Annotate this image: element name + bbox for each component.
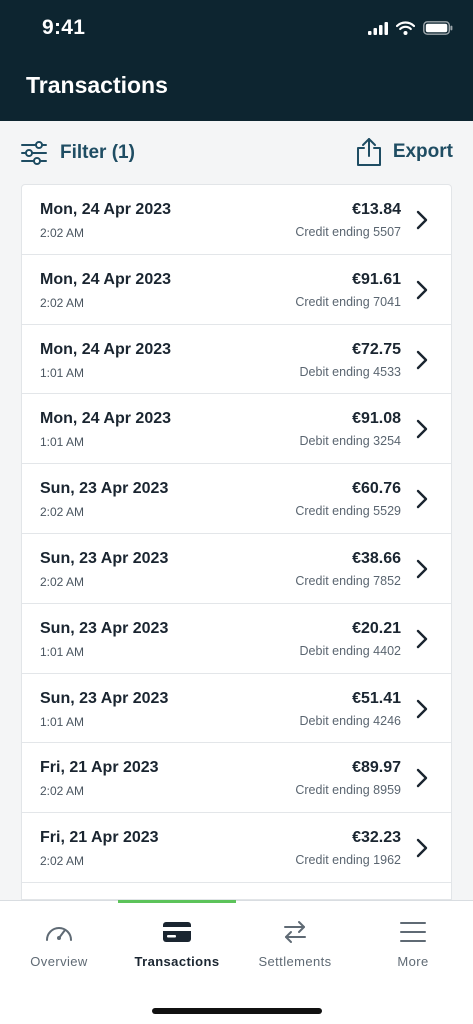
swap-arrows-icon — [284, 921, 306, 943]
transaction-time: 1:01 AM — [40, 365, 85, 380]
bottom-tab-bar: Overview Transactions Settlements More — [0, 900, 473, 1024]
filter-label: Filter (1) — [60, 142, 135, 163]
export-button[interactable]: Export — [355, 135, 453, 169]
transaction-card: Credit ending 5529 — [295, 504, 401, 519]
transaction-time: 2:02 AM — [40, 226, 85, 240]
transaction-date: Sun, 23 Apr 2023 — [40, 619, 169, 637]
transaction-date: Mon, 24 Apr 2023 — [40, 410, 172, 428]
transaction-time: 2:02 AM — [40, 574, 85, 589]
transaction-time: 2:02 AM — [40, 505, 85, 520]
chevron-right-icon — [416, 210, 428, 230]
wifi-icon — [396, 21, 415, 35]
battery-icon — [423, 21, 453, 35]
transaction-row[interactable]: Fri, 21 Apr 2023 2:02 AM €32.23 Credit e… — [22, 813, 451, 883]
transaction-time: 2:02 AM — [40, 784, 85, 799]
chevron-right-icon — [416, 559, 428, 579]
status-icons — [368, 20, 453, 36]
transaction-date: Fri, 21 Apr 2023 — [40, 829, 159, 847]
credit-card-icon — [163, 922, 191, 942]
transaction-date: Sun, 23 Apr 2023 — [40, 549, 169, 567]
transaction-date: Mon, 24 Apr 2023 — [40, 340, 172, 358]
status-bar: 9:41 — [0, 0, 473, 56]
toolbar: Filter (1) Export — [0, 121, 473, 185]
home-indicator — [152, 1008, 322, 1014]
transaction-row[interactable]: Sun, 23 Apr 2023 2:02 AM €60.76 Credit e… — [22, 464, 451, 534]
transaction-time: 1:01 AM — [40, 435, 85, 450]
chevron-right-icon — [416, 769, 428, 788]
transaction-date: Sun, 23 Apr 2023 — [40, 480, 169, 498]
transaction-card: Credit ending 7852 — [295, 573, 401, 588]
transaction-card: Credit ending 1962 — [295, 853, 401, 868]
tab-label: Transactions — [134, 954, 220, 969]
transaction-list: Mon, 24 Apr 2023 2:02 AM €13.84 Credit e… — [21, 184, 452, 900]
transaction-time: 2:02 AM — [40, 854, 85, 869]
transaction-date: Mon, 24 Apr 2023 — [40, 270, 172, 288]
transaction-row[interactable]: Sun, 23 Apr 2023 1:01 AM €51.41 Debit en… — [22, 674, 451, 744]
transaction-amount: €13.84 — [352, 201, 401, 218]
chevron-right-icon — [416, 489, 428, 509]
chevron-right-icon — [416, 838, 428, 858]
transaction-amount: €89.97 — [352, 759, 401, 777]
transaction-time: 1:01 AM — [40, 644, 85, 659]
transaction-amount: €32.23 — [352, 829, 401, 847]
transaction-date: Mon, 24 Apr 2023 — [40, 201, 172, 218]
tab-label: More — [397, 954, 429, 969]
status-time: 9:41 — [42, 16, 86, 39]
transaction-time: 2:02 AM — [40, 295, 85, 310]
tab-settlements[interactable]: Settlements — [236, 901, 354, 981]
chevron-right-icon — [416, 420, 428, 439]
tab-label: Settlements — [258, 954, 332, 969]
transaction-amount: €91.08 — [352, 410, 401, 428]
transaction-card: Debit ending 4402 — [299, 643, 401, 658]
sliders-icon — [21, 141, 47, 165]
transaction-card: Debit ending 3254 — [299, 434, 401, 449]
chevron-right-icon — [416, 699, 428, 718]
transaction-row[interactable]: Mon, 24 Apr 2023 1:01 AM €91.08 Debit en… — [22, 394, 451, 465]
transaction-amount: €91.61 — [352, 270, 401, 288]
transaction-row[interactable]: Sun, 23 Apr 2023 1:01 AM €20.21 Debit en… — [22, 604, 451, 674]
transaction-card: Debit ending 4533 — [299, 364, 401, 379]
menu-icon — [400, 922, 426, 942]
transaction-date: Fri, 21 Apr 2023 — [40, 759, 159, 777]
transaction-amount: €60.76 — [352, 480, 401, 498]
chevron-right-icon — [416, 629, 428, 648]
transaction-row[interactable]: Sun, 23 Apr 2023 2:02 AM €38.66 Credit e… — [22, 534, 451, 604]
transaction-card: Credit ending 8959 — [295, 783, 401, 798]
tab-more[interactable]: More — [354, 901, 472, 981]
transaction-amount: €51.41 — [352, 689, 401, 707]
speedometer-icon — [46, 927, 72, 941]
transaction-time: 1:01 AM — [40, 714, 85, 729]
chevron-right-icon — [416, 280, 428, 299]
tab-label: Overview — [30, 954, 88, 969]
page-title: Transactions — [26, 72, 168, 98]
transaction-card: Credit ending 7041 — [295, 294, 401, 309]
transaction-row[interactable]: Fri, 21 Apr 2023 2:02 AM €89.97 Credit e… — [22, 743, 451, 814]
transaction-card: Debit ending 4246 — [299, 713, 401, 728]
cellular-signal-icon — [368, 21, 388, 35]
filter-button[interactable]: Filter (1) — [20, 137, 135, 169]
transaction-row[interactable]: Mon, 24 Apr 2023 2:02 AM €91.61 Credit e… — [22, 255, 451, 325]
tab-overview[interactable]: Overview — [0, 901, 118, 981]
export-label: Export — [392, 141, 453, 162]
transaction-card: Credit ending 5507 — [295, 225, 401, 239]
share-upload-icon — [356, 138, 381, 166]
chevron-right-icon — [416, 350, 428, 369]
transaction-row[interactable]: Mon, 24 Apr 2023 2:02 AM €13.84 Credit e… — [22, 185, 451, 255]
app-header: 9:41 Transactions — [0, 0, 473, 121]
transaction-row[interactable]: Mon, 24 Apr 2023 1:01 AM €72.75 Debit en… — [22, 325, 451, 395]
transaction-amount: €72.75 — [352, 340, 401, 358]
transaction-date: Sun, 23 Apr 2023 — [40, 689, 169, 707]
transaction-amount: €38.66 — [352, 549, 401, 567]
tab-transactions[interactable]: Transactions — [118, 901, 236, 981]
transaction-amount: €20.21 — [352, 619, 401, 637]
